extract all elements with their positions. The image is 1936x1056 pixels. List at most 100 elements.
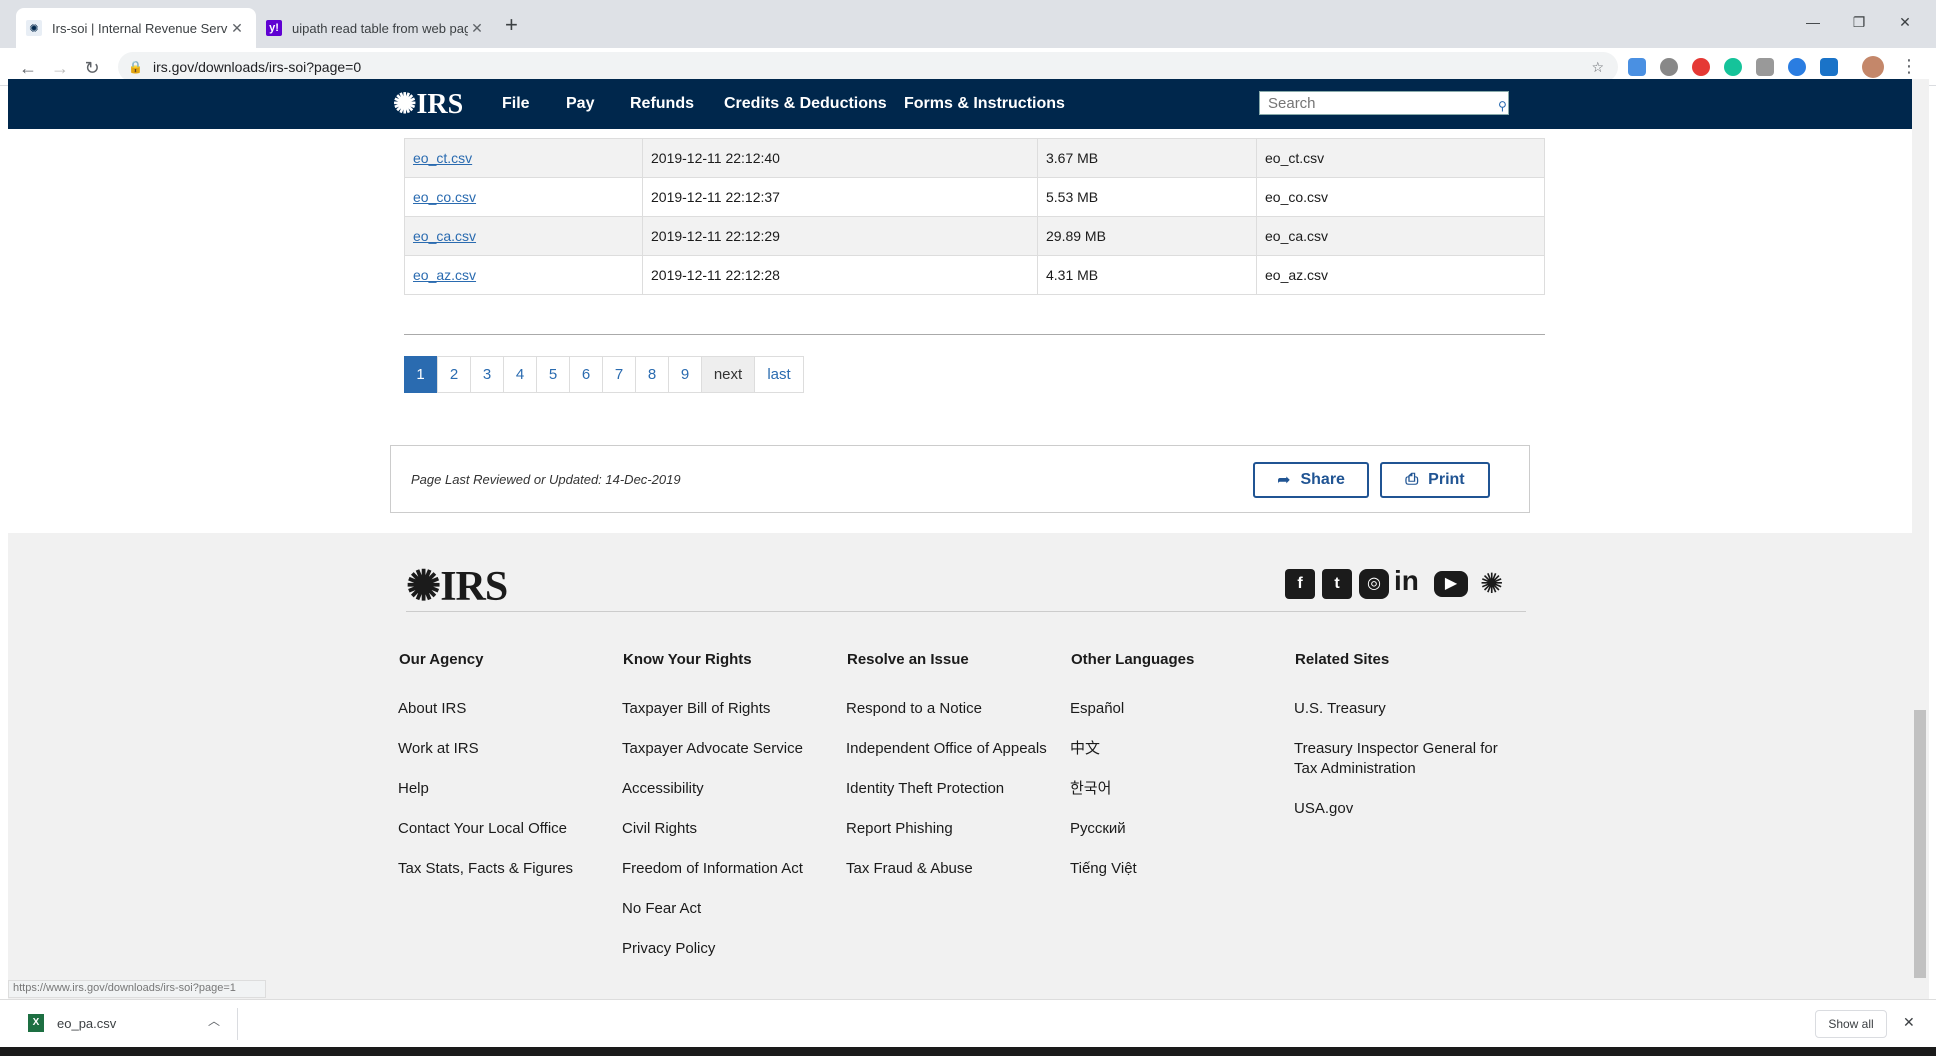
footer-irs-logo[interactable]: ✺IRS [406, 561, 508, 611]
footer-link[interactable]: 한국어 [1070, 779, 1111, 799]
footer-link[interactable]: Independent Office of Appeals [846, 739, 1047, 759]
url-text: irs.gov/downloads/irs-soi?page=0 [152, 59, 362, 75]
footer-link[interactable]: Tax Stats, Facts & Figures [398, 859, 573, 879]
facebook-icon[interactable]: f [1285, 569, 1315, 599]
divider [404, 334, 1545, 335]
extension-icon[interactable] [1756, 58, 1774, 76]
bookmark-star-icon[interactable]: ☆ [1591, 59, 1604, 76]
footer-link[interactable]: Русский [1070, 819, 1126, 839]
zoom-extension-icon[interactable] [1628, 58, 1646, 76]
profile-avatar[interactable] [1862, 56, 1884, 78]
nav-forms-instructions[interactable]: Forms & Instructions [904, 79, 1065, 129]
extension-icon[interactable] [1660, 58, 1678, 76]
footer-link[interactable]: Freedom of Information Act [622, 859, 803, 879]
menu-kebab-icon[interactable]: ⋮ [1900, 56, 1918, 77]
reload-icon[interactable]: ↻ [78, 54, 106, 82]
footer-link[interactable]: Work at IRS [398, 739, 479, 759]
uipath-extension-icon[interactable] [1820, 58, 1838, 76]
nav-pay[interactable]: Pay [566, 79, 594, 129]
footer-link[interactable]: 中文 [1070, 739, 1100, 759]
close-download-bar-icon[interactable]: ✕ [1903, 1014, 1915, 1031]
print-button[interactable]: ⎙ Print [1380, 462, 1490, 498]
browser-tab-irs[interactable]: ✺ Irs-soi | Internal Revenue Service ✕ [16, 8, 256, 48]
close-tab-icon[interactable]: ✕ [228, 20, 246, 37]
footer-link[interactable]: Español [1070, 699, 1124, 719]
footer-heading-our-agency: Our Agency [399, 651, 484, 668]
footer-link[interactable]: Identity Theft Protection [846, 779, 1004, 799]
show-all-button[interactable]: Show all [1815, 1010, 1887, 1038]
table-cell-description: eo_az.csv [1256, 255, 1545, 295]
irs-site-header: ✺IRS File Pay Refunds Credits & Deductio… [8, 79, 1912, 129]
search-input[interactable] [1259, 91, 1509, 115]
footer-link[interactable]: Taxpayer Bill of Rights [622, 699, 770, 719]
footer-link[interactable]: Civil Rights [622, 819, 697, 839]
forward-icon[interactable]: → [46, 54, 74, 82]
page-6-button[interactable]: 6 [569, 356, 603, 393]
back-icon[interactable]: ← [14, 54, 42, 82]
page-1-button[interactable]: 1 [404, 356, 437, 393]
table-cell-description: eo_co.csv [1256, 177, 1545, 217]
download-file-name[interactable]: eo_pa.csv [57, 1016, 116, 1031]
irs2go-icon[interactable]: ✺ [1480, 567, 1503, 600]
table-row: eo_ct.csv 2019-12-11 22:12:40 3.67 MB eo… [404, 138, 1545, 178]
tab-title: uipath read table from web page [292, 20, 468, 36]
footer-link[interactable]: Respond to a Notice [846, 699, 982, 719]
footer-link[interactable]: Contact Your Local Office [398, 819, 567, 839]
page-2-button[interactable]: 2 [437, 356, 471, 393]
grammarly-icon[interactable] [1724, 58, 1742, 76]
status-bar-url: https://www.irs.gov/downloads/irs-soi?pa… [8, 980, 266, 998]
file-link[interactable]: eo_co.csv [413, 189, 476, 205]
chevron-up-icon[interactable]: ︿ [208, 1012, 220, 1029]
new-tab-icon[interactable]: + [505, 12, 518, 38]
page-3-button[interactable]: 3 [470, 356, 504, 393]
footer-link[interactable]: USA.gov [1294, 799, 1353, 819]
irs-favicon-icon: ✺ [26, 20, 42, 36]
linkedin-icon[interactable]: in [1394, 565, 1419, 597]
page-7-button[interactable]: 7 [602, 356, 636, 393]
nav-refunds[interactable]: Refunds [630, 79, 694, 129]
browser-tab-uipath[interactable]: y! uipath read table from web page ✕ [256, 8, 496, 48]
restore-icon[interactable]: ❐ [1836, 8, 1882, 36]
table-cell-date: 2019-12-11 22:12:37 [642, 177, 1038, 217]
footer-link[interactable]: Taxpayer Advocate Service [622, 739, 803, 759]
footer-link[interactable]: Help [398, 779, 429, 799]
youtube-icon[interactable]: ▶ [1434, 571, 1468, 597]
search-icon[interactable]: ⚲ [1498, 99, 1507, 113]
scrollbar-thumb[interactable] [1914, 710, 1926, 978]
close-window-icon[interactable]: ✕ [1882, 8, 1928, 36]
nav-credits-deductions[interactable]: Credits & Deductions [724, 79, 887, 129]
page-4-button[interactable]: 4 [503, 356, 537, 393]
footer-link[interactable]: Treasury Inspector General for Tax Admin… [1294, 739, 1514, 779]
footer-link[interactable]: Privacy Policy [622, 939, 715, 959]
extension-icon[interactable] [1788, 58, 1806, 76]
table-cell-description: eo_ct.csv [1256, 138, 1545, 178]
next-page-button[interactable]: next [701, 356, 755, 393]
close-tab-icon[interactable]: ✕ [468, 20, 486, 37]
file-link[interactable]: eo_az.csv [413, 267, 476, 283]
footer-link[interactable]: About IRS [398, 699, 466, 719]
page-8-button[interactable]: 8 [635, 356, 669, 393]
footer-link[interactable]: Accessibility [622, 779, 704, 799]
table-row: eo_az.csv 2019-12-11 22:12:28 4.31 MB eo… [404, 255, 1545, 295]
table-cell-description: eo_ca.csv [1256, 216, 1545, 256]
footer-heading-other-languages: Other Languages [1071, 651, 1195, 668]
irs-logo[interactable]: ✺IRS [393, 87, 463, 121]
share-button[interactable]: ➦ Share [1253, 462, 1369, 498]
page-5-button[interactable]: 5 [536, 356, 570, 393]
twitter-icon[interactable]: t [1322, 569, 1352, 599]
footer-link[interactable]: U.S. Treasury [1294, 699, 1386, 719]
footer-link[interactable]: No Fear Act [622, 899, 701, 919]
extension-icon[interactable] [1692, 58, 1710, 76]
table-cell-size: 29.89 MB [1037, 216, 1257, 256]
file-link[interactable]: eo_ca.csv [413, 228, 476, 244]
footer-link[interactable]: Report Phishing [846, 819, 953, 839]
file-link[interactable]: eo_ct.csv [413, 150, 472, 166]
minimize-icon[interactable]: — [1790, 8, 1836, 36]
address-bar[interactable]: 🔒 irs.gov/downloads/irs-soi?page=0 ☆ [118, 52, 1618, 82]
last-page-button[interactable]: last [754, 356, 804, 393]
footer-link[interactable]: Tax Fraud & Abuse [846, 859, 973, 879]
nav-file[interactable]: File [502, 79, 530, 129]
footer-link[interactable]: Tiếng Việt [1070, 859, 1137, 879]
page-9-button[interactable]: 9 [668, 356, 702, 393]
instagram-icon[interactable]: ◎ [1359, 569, 1389, 599]
